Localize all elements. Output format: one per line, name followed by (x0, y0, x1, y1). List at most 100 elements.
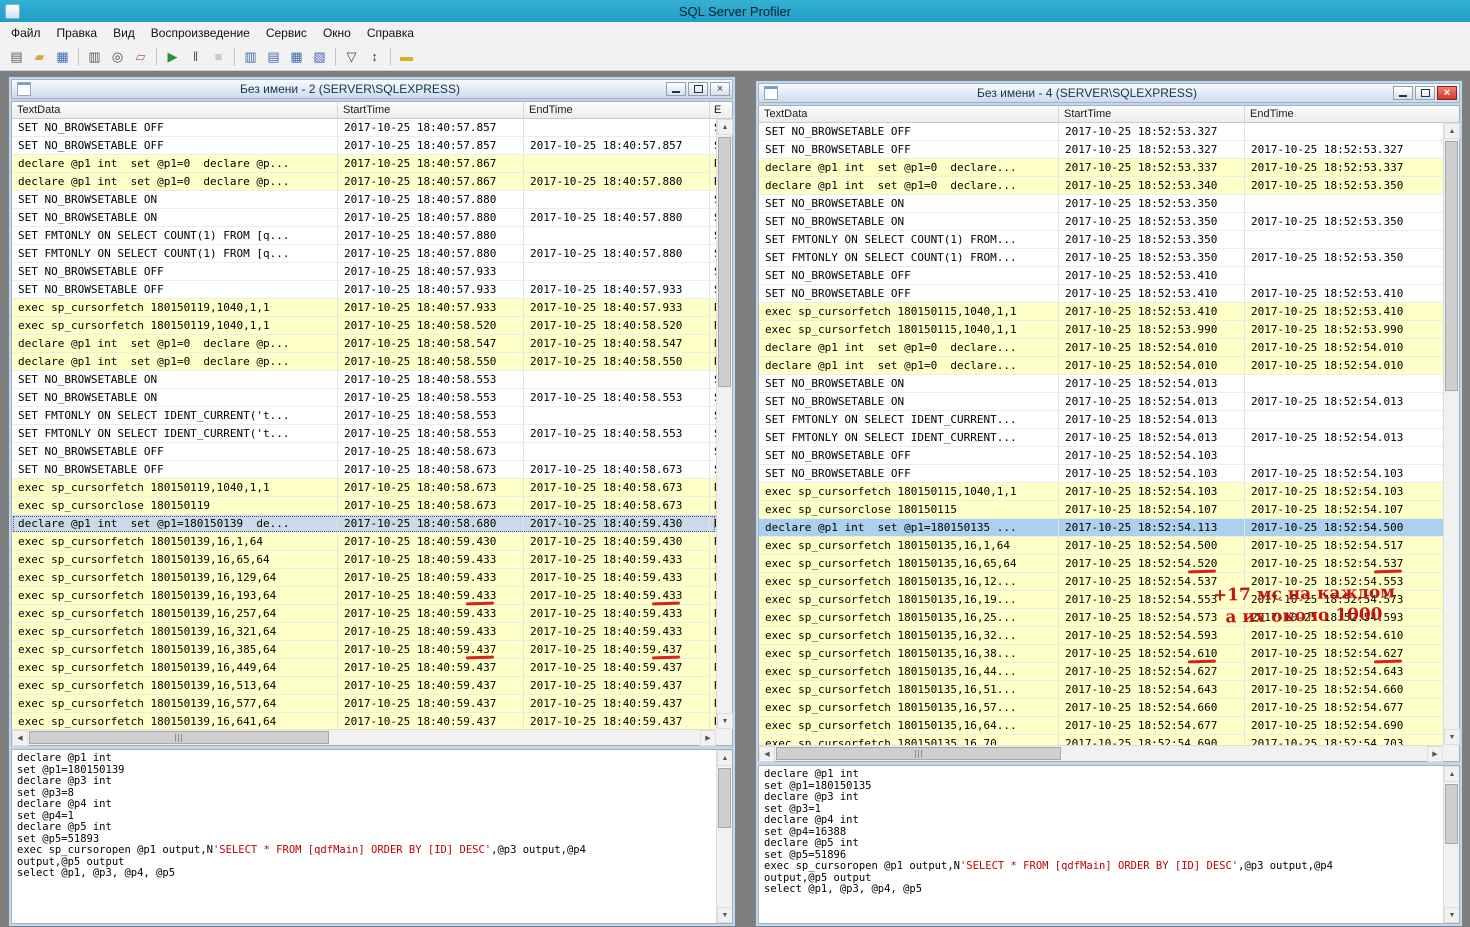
detail-scrollbar[interactable]: ▲ ▼ (1443, 766, 1459, 923)
trace-row[interactable]: SET NO_BROWSETABLE ON2017-10-25 18:52:54… (759, 375, 1443, 393)
trace-row[interactable]: SET NO_BROWSETABLE ON2017-10-25 18:40:57… (12, 191, 716, 209)
grid-horizontal-scrollbar[interactable]: ◀ ▶ (759, 745, 1443, 761)
trace-row[interactable]: declare @p1 int set @p1=180150139 de...2… (12, 515, 716, 533)
trace-row[interactable]: SET FMTONLY ON SELECT COUNT(1) FROM [q..… (12, 227, 716, 245)
autoscroll-button[interactable]: ↕ (363, 46, 386, 68)
column-header-starttime[interactable]: StartTime (338, 102, 524, 118)
trace-row[interactable]: SET NO_BROWSETABLE OFF2017-10-25 18:52:5… (759, 123, 1443, 141)
menu-item-replay[interactable]: Воспроизведение (143, 23, 258, 43)
trace-row[interactable]: exec sp_cursorclose 1801501152017-10-25 … (759, 501, 1443, 519)
column-header-textdata[interactable]: TextData (759, 106, 1059, 122)
trace-row[interactable]: SET FMTONLY ON SELECT IDENT_CURRENT('t..… (12, 407, 716, 425)
trace-row[interactable]: exec sp_cursorfetch 180150139,16,449,642… (12, 659, 716, 677)
vertical-scroll-thumb[interactable] (1445, 141, 1458, 391)
organize-columns-button[interactable]: ▥ (239, 46, 262, 68)
trace-row[interactable]: exec sp_cursorfetch 180150139,16,385,642… (12, 641, 716, 659)
trace-row[interactable]: declare @p1 int set @p1=0 declare @p...2… (12, 173, 716, 191)
menu-item-window[interactable]: Окно (315, 23, 359, 43)
trace-row[interactable]: SET NO_BROWSETABLE ON2017-10-25 18:40:58… (12, 371, 716, 389)
vertical-scroll-thumb[interactable] (718, 768, 731, 828)
trace-row[interactable]: exec sp_cursorfetch 180150119,1040,1,120… (12, 479, 716, 497)
close-button[interactable]: × (1437, 86, 1457, 100)
clear-trace-button[interactable]: ▱ (129, 46, 152, 68)
trace-row[interactable]: declare @p1 int set @p1=0 declare...2017… (759, 339, 1443, 357)
trace-row[interactable]: declare @p1 int set @p1=0 declare...2017… (759, 357, 1443, 375)
highlighter-button[interactable]: ▬ (395, 46, 418, 68)
scroll-up-icon[interactable]: ▲ (717, 750, 733, 766)
vertical-scroll-thumb[interactable] (1445, 784, 1458, 844)
trace-row[interactable]: exec sp_cursorclose 1801501192017-10-25 … (12, 497, 716, 515)
detail-text[interactable]: declare @p1 intset @p1=180150139declare … (12, 750, 716, 923)
trace-row[interactable]: exec sp_cursorfetch 180150135,16,70...20… (759, 735, 1443, 745)
trace-row[interactable]: exec sp_cursorfetch 180150119,1040,1,120… (12, 299, 716, 317)
scroll-left-icon[interactable]: ◀ (12, 730, 28, 746)
trace-row[interactable]: exec sp_cursorfetch 180150139,16,193,642… (12, 587, 716, 605)
trace-row[interactable]: SET FMTONLY ON SELECT IDENT_CURRENT...20… (759, 429, 1443, 447)
trace-properties-button[interactable]: ▥ (83, 46, 106, 68)
trace-row[interactable]: exec sp_cursorfetch 180150139,16,129,642… (12, 569, 716, 587)
trace-row[interactable]: exec sp_cursorfetch 180150139,16,257,642… (12, 605, 716, 623)
trace-row[interactable]: SET FMTONLY ON SELECT COUNT(1) FROM [q..… (12, 245, 716, 263)
trace-row[interactable]: SET FMTONLY ON SELECT COUNT(1) FROM...20… (759, 249, 1443, 267)
scroll-down-icon[interactable]: ▼ (1444, 907, 1460, 923)
horizontal-scroll-thumb[interactable] (776, 747, 1061, 760)
scroll-right-icon[interactable]: ▶ (700, 730, 716, 746)
trace-row[interactable]: SET NO_BROWSETABLE ON2017-10-25 18:52:53… (759, 195, 1443, 213)
trace-row[interactable]: exec sp_cursorfetch 180150135,16,38...20… (759, 645, 1443, 663)
column-header-starttime[interactable]: StartTime (1059, 106, 1245, 122)
main-title-bar[interactable]: SQL Server Profiler (0, 0, 1470, 22)
trace-row[interactable]: exec sp_cursorfetch 180150135,16,1,64201… (759, 537, 1443, 555)
scroll-right-icon[interactable]: ▶ (1427, 746, 1443, 762)
scroll-up-icon[interactable]: ▲ (717, 119, 733, 135)
grouped-view-button[interactable]: ▤ (262, 46, 285, 68)
trace-row[interactable]: SET NO_BROWSETABLE OFF2017-10-25 18:40:5… (12, 461, 716, 479)
trace-row[interactable]: exec sp_cursorfetch 180150139,16,65,6420… (12, 551, 716, 569)
trace-row[interactable]: exec sp_cursorfetch 180150135,16,65,6420… (759, 555, 1443, 573)
scroll-left-icon[interactable]: ◀ (759, 746, 775, 762)
menu-item-view[interactable]: Вид (105, 23, 143, 43)
trace-row[interactable]: SET NO_BROWSETABLE ON2017-10-25 18:40:58… (12, 389, 716, 407)
trace-row[interactable]: declare @p1 int set @p1=0 declare...2017… (759, 177, 1443, 195)
window-tile-button[interactable]: ▧ (308, 46, 331, 68)
open-trace-button[interactable]: ▰ (28, 46, 51, 68)
menu-item-tools[interactable]: Сервис (258, 23, 315, 43)
trace-row[interactable]: exec sp_cursorfetch 180150139,16,513,642… (12, 677, 716, 695)
trace-row[interactable]: exec sp_cursorfetch 180150115,1040,1,120… (759, 483, 1443, 501)
results-pane-button[interactable]: ▦ (285, 46, 308, 68)
trace-row[interactable]: declare @p1 int set @p1=0 declare @p...2… (12, 335, 716, 353)
new-trace-button[interactable]: ▤ (5, 46, 28, 68)
scroll-down-icon[interactable]: ▼ (717, 907, 733, 923)
minimize-button[interactable] (666, 82, 686, 96)
vertical-scroll-thumb[interactable] (718, 137, 731, 387)
trace-row[interactable]: SET FMTONLY ON SELECT COUNT(1) FROM...20… (759, 231, 1443, 249)
trace-row[interactable]: exec sp_cursorfetch 180150115,1040,1,120… (759, 303, 1443, 321)
scroll-down-icon[interactable]: ▼ (1444, 729, 1460, 745)
trace-row[interactable]: SET NO_BROWSETABLE OFF2017-10-25 18:52:5… (759, 447, 1443, 465)
trace-row[interactable]: declare @p1 int set @p1=0 declare @p...2… (12, 353, 716, 371)
trace-row[interactable]: SET NO_BROWSETABLE OFF2017-10-25 18:40:5… (12, 137, 716, 155)
grid-horizontal-scrollbar[interactable]: ◀ ▶ (12, 729, 716, 745)
column-header-textdata[interactable]: TextData (12, 102, 338, 118)
menu-item-help[interactable]: Справка (359, 23, 422, 43)
trace-row[interactable]: SET NO_BROWSETABLE OFF2017-10-25 18:52:5… (759, 465, 1443, 483)
trace-row[interactable]: exec sp_cursorfetch 180150139,16,321,642… (12, 623, 716, 641)
trace-row[interactable]: SET NO_BROWSETABLE OFF2017-10-25 18:40:5… (12, 119, 716, 137)
trace-row[interactable]: SET FMTONLY ON SELECT IDENT_CURRENT...20… (759, 411, 1443, 429)
trace-row[interactable]: SET NO_BROWSETABLE OFF2017-10-25 18:40:5… (12, 281, 716, 299)
menu-item-edit[interactable]: Правка (49, 23, 106, 43)
grid-vertical-scrollbar[interactable]: ▲ ▼ (716, 119, 732, 729)
maximize-button[interactable] (688, 82, 708, 96)
trace-row[interactable]: SET NO_BROWSETABLE ON2017-10-25 18:40:57… (12, 209, 716, 227)
filter-button[interactable]: ▽ (340, 46, 363, 68)
trace-row[interactable]: declare @p1 int set @p1=180150135 ...201… (759, 519, 1443, 537)
trace-row[interactable]: exec sp_cursorfetch 180150135,16,57...20… (759, 699, 1443, 717)
trace-row[interactable]: exec sp_cursorfetch 180150139,16,577,642… (12, 695, 716, 713)
close-button[interactable]: × (710, 82, 730, 96)
pause-replay-button[interactable]: ‖ (184, 46, 207, 68)
maximize-button[interactable] (1415, 86, 1435, 100)
stop-replay-button[interactable]: ■ (207, 46, 230, 68)
trace-row[interactable]: declare @p1 int set @p1=0 declare @p...2… (12, 155, 716, 173)
trace-row[interactable]: exec sp_cursorfetch 180150135,16,64...20… (759, 717, 1443, 735)
start-replay-button[interactable]: ▶ (161, 46, 184, 68)
trace-row[interactable]: SET NO_BROWSETABLE ON2017-10-25 18:52:54… (759, 393, 1443, 411)
